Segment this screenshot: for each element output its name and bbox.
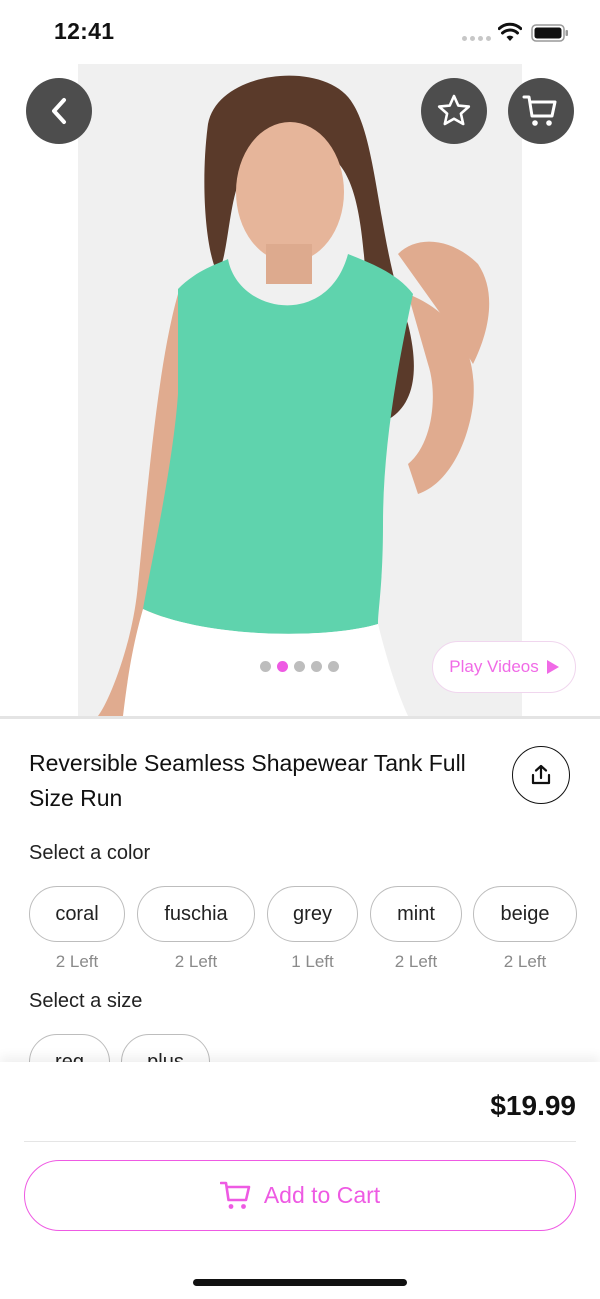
checkout-panel: $19.99 Add to Cart <box>0 1062 600 1299</box>
stock-note: 2 Left <box>394 952 438 971</box>
cart-icon <box>522 95 557 126</box>
play-icon <box>546 660 559 674</box>
size-option-reg[interactable]: reg <box>29 1034 110 1064</box>
select-color-label: Select a color <box>29 842 151 864</box>
stock-note: 2 Left <box>55 952 99 971</box>
play-videos-button[interactable]: Play Videos <box>432 641 576 693</box>
pager-dot[interactable] <box>259 660 271 672</box>
status-time: 12:41 <box>54 18 115 44</box>
cart-button[interactable] <box>508 78 574 144</box>
stock-note: 2 Left <box>174 952 218 971</box>
panel-divider <box>24 1141 576 1142</box>
color-option-beige[interactable]: beige <box>473 886 577 942</box>
add-to-cart-label: Add to Cart <box>263 1182 381 1208</box>
stock-note: 1 Left <box>291 952 334 971</box>
status-bar: 12:41 <box>0 0 600 64</box>
battery-icon <box>531 24 568 42</box>
pager-dot-active[interactable] <box>276 660 288 672</box>
cart-icon <box>219 1181 251 1209</box>
color-options: coral 2 Left fuschia 2 Left grey 1 Left … <box>29 886 600 976</box>
back-button[interactable] <box>26 78 92 144</box>
color-option-coral[interactable]: coral <box>29 886 125 942</box>
size-options: reg plus <box>29 1034 600 1064</box>
color-option-grey[interactable]: grey <box>267 886 358 942</box>
pager-dot[interactable] <box>293 660 305 672</box>
product-title: Reversible Seamless Shapewear Tank Full … <box>29 750 466 811</box>
pager-dot[interactable] <box>310 660 322 672</box>
price: $19.99 <box>490 1090 576 1121</box>
signal-icon <box>462 36 491 41</box>
add-to-cart-button[interactable]: Add to Cart <box>24 1160 576 1231</box>
favorite-button[interactable] <box>421 78 487 144</box>
product-photo <box>78 64 522 716</box>
color-option-mint[interactable]: mint <box>370 886 462 942</box>
select-size-label: Select a size <box>29 990 143 1012</box>
color-option-fuschia[interactable]: fuschia <box>137 886 255 942</box>
wifi-icon <box>498 22 522 41</box>
size-option-plus[interactable]: plus <box>121 1034 210 1064</box>
hero-divider <box>0 716 600 719</box>
image-pager[interactable] <box>246 649 352 683</box>
play-videos-label: Play Videos <box>449 657 539 676</box>
chevron-left-icon <box>52 98 66 124</box>
star-icon <box>437 94 471 126</box>
share-button[interactable] <box>512 746 570 804</box>
product-image[interactable] <box>78 64 522 716</box>
stock-note: 2 Left <box>503 952 547 971</box>
home-indicator[interactable] <box>193 1279 407 1286</box>
share-icon <box>531 764 551 785</box>
pager-dot[interactable] <box>327 660 339 672</box>
